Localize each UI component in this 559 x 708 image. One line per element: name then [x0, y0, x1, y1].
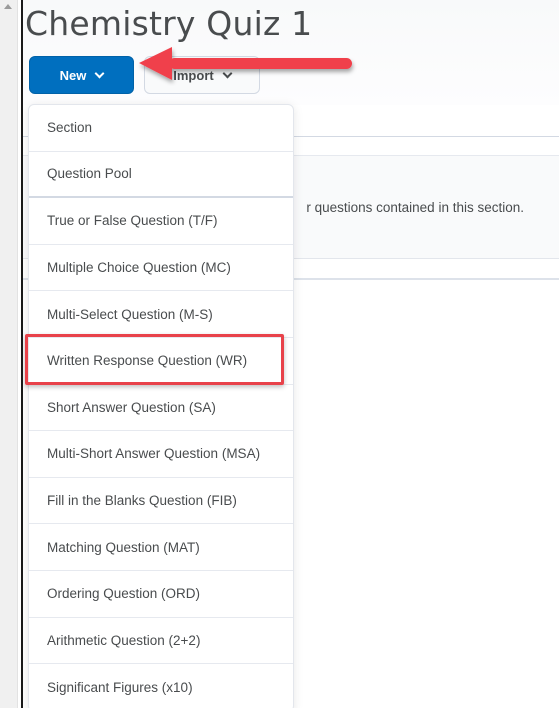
new-button[interactable]: New: [29, 56, 134, 94]
import-button-label: Import: [173, 67, 214, 83]
menu-item-section[interactable]: Section: [29, 105, 293, 152]
new-dropdown-menu: Section Question Pool True or False Ques…: [28, 104, 294, 708]
scroll-up-arrow-icon[interactable]: [4, 4, 12, 9]
menu-item-question-pool[interactable]: Question Pool: [29, 152, 293, 199]
menu-item-fill-in-blanks[interactable]: Fill in the Blanks Question (FIB): [29, 478, 293, 525]
menu-item-multi-select[interactable]: Multi-Select Question (M-S): [29, 291, 293, 338]
menu-item-short-answer[interactable]: Short Answer Question (SA): [29, 385, 293, 432]
menu-item-true-false[interactable]: True or False Question (T/F): [29, 198, 293, 245]
menu-item-ordering[interactable]: Ordering Question (ORD): [29, 571, 293, 618]
import-button[interactable]: Import: [144, 56, 260, 94]
chevron-down-icon: [222, 68, 233, 78]
menu-item-written-response[interactable]: Written Response Question (WR): [29, 338, 293, 385]
chevron-down-icon: [94, 68, 105, 78]
menu-item-arithmetic[interactable]: Arithmetic Question (2+2): [29, 618, 293, 665]
vertical-scrollbar[interactable]: [0, 0, 18, 708]
menu-item-significant-figures[interactable]: Significant Figures (x10): [29, 664, 293, 708]
menu-item-multiple-choice[interactable]: Multiple Choice Question (MC): [29, 245, 293, 292]
new-button-label: New: [59, 67, 87, 83]
menu-item-matching[interactable]: Matching Question (MAT): [29, 524, 293, 571]
menu-item-multi-short-answer[interactable]: Multi-Short Answer Question (MSA): [29, 431, 293, 478]
page-title: Chemistry Quiz 1: [25, 4, 313, 43]
